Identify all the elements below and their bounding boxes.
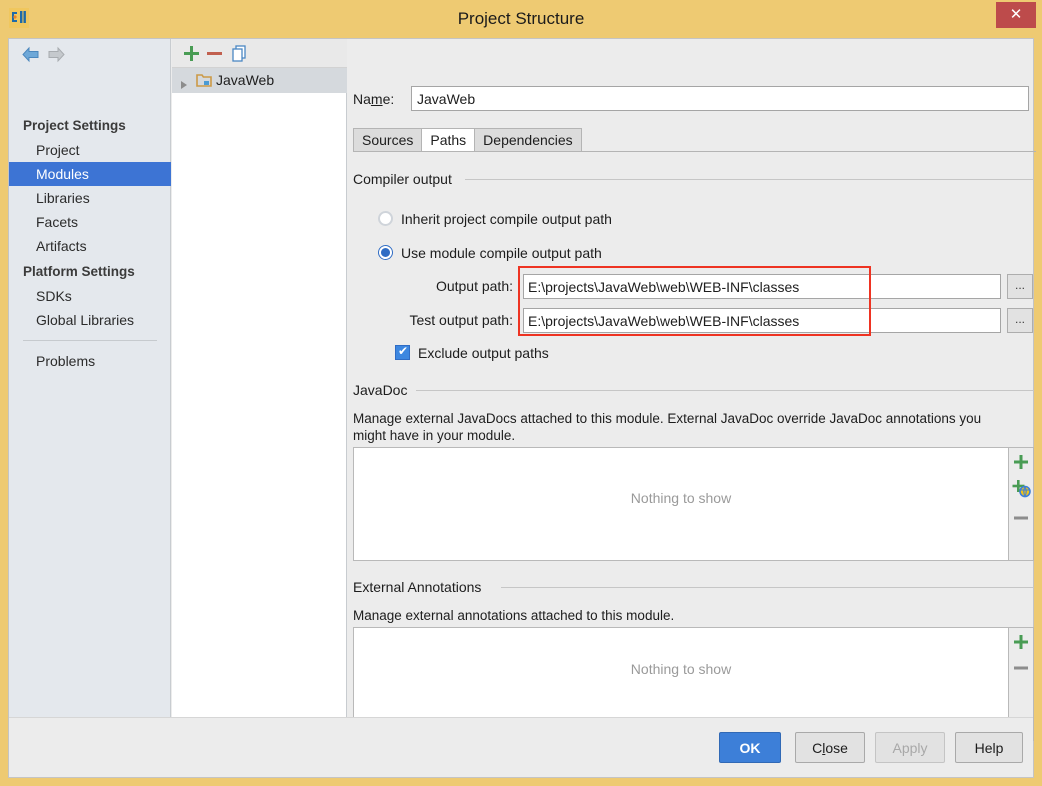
sidebar-item-libraries[interactable]: Libraries [9, 186, 171, 210]
javadoc-add-url-plus-globe-icon[interactable] [1009, 476, 1033, 500]
output-path-browse-button[interactable]: ... [1007, 274, 1033, 299]
help-button[interactable]: Help [955, 732, 1023, 763]
module-tree-panel: JavaWeb [172, 39, 347, 717]
dialog-content: Project Settings Project Modules Librari… [8, 38, 1036, 778]
sidebar-divider [23, 340, 157, 341]
close-dialog-button[interactable]: Cl ose [795, 732, 865, 763]
sidebar-item-global-libraries[interactable]: Global Libraries [9, 308, 171, 332]
test-output-path-browse-button[interactable]: ... [1007, 308, 1033, 333]
chevron-right-icon[interactable] [180, 77, 188, 89]
ok-button[interactable]: OK [719, 732, 781, 763]
tab-underline [353, 151, 1036, 152]
external-annotations-description: Manage external annotations attached to … [353, 608, 675, 623]
minus-icon[interactable] [204, 43, 225, 64]
settings-sidebar: Project Settings Project Modules Librari… [9, 39, 171, 717]
sidebar-item-artifacts[interactable]: Artifacts [9, 234, 171, 258]
close-button[interactable]: ✕ [996, 2, 1036, 28]
tab-bar: Sources Paths Dependencies [353, 128, 582, 152]
exclude-output-paths-label: Exclude output paths [418, 345, 549, 361]
radio-button-selected-icon [378, 245, 393, 260]
navigation-arrows [9, 39, 171, 69]
compiler-output-group-title: Compiler output [353, 171, 458, 187]
sidebar-group-platform-settings: Platform Settings [23, 264, 135, 279]
tab-paths[interactable]: Paths [421, 128, 476, 152]
copy-icon[interactable] [229, 43, 250, 64]
test-output-path-input[interactable] [523, 308, 1001, 333]
external-annotations-empty-text: Nothing to show [630, 661, 732, 677]
sidebar-group-project-settings: Project Settings [23, 118, 126, 133]
javadoc-button-bar [1009, 447, 1034, 561]
javadoc-group-title: JavaDoc [353, 382, 414, 398]
name-label: Name: [353, 91, 395, 107]
javadoc-add-plus-icon[interactable] [1009, 450, 1033, 474]
checkbox-checked-icon [395, 343, 410, 360]
annotations-remove-minus-icon[interactable] [1009, 656, 1033, 680]
radio-use-module-label: Use module compile output path [401, 245, 602, 261]
apply-button: Apply [875, 732, 945, 763]
module-tree-toolbar [172, 39, 347, 68]
sidebar-item-sdks[interactable]: SDKs [9, 284, 171, 308]
javadoc-group-line [416, 390, 1034, 391]
module-folder-icon [196, 73, 212, 88]
tab-sources[interactable]: Sources [353, 128, 423, 152]
arrow-right-icon[interactable] [45, 45, 67, 65]
name-input[interactable] [411, 86, 1029, 111]
table-row[interactable]: JavaWeb [172, 68, 347, 93]
javadoc-list[interactable]: Nothing to show [353, 447, 1009, 561]
sidebar-item-project[interactable]: Project [9, 138, 171, 162]
module-settings-panel: Name: Sources Paths Dependencies Compile… [348, 39, 1036, 741]
project-structure-dialog: Project Structure ✕ Project Settings Pro… [0, 0, 1042, 786]
output-path-input[interactable] [523, 274, 1001, 299]
output-path-label: Output path: [435, 278, 513, 294]
sidebar-item-modules[interactable]: Modules [9, 162, 171, 186]
tab-dependencies[interactable]: Dependencies [474, 128, 582, 152]
sidebar-item-facets[interactable]: Facets [9, 210, 171, 234]
dialog-button-bar: OK Cl ose Apply Help [9, 717, 1033, 777]
external-annotations-group-title: External Annotations [353, 579, 488, 595]
page-title: Project Structure [457, 9, 585, 28]
javadoc-empty-text: Nothing to show [630, 490, 732, 506]
sidebar-item-problems[interactable]: Problems [9, 349, 171, 373]
javadoc-remove-minus-icon[interactable] [1009, 506, 1033, 530]
compiler-output-group-line [465, 179, 1034, 180]
javadoc-description: Manage external JavaDocs attached to thi… [353, 411, 982, 443]
external-annotations-group-line [501, 587, 1034, 588]
plus-icon[interactable] [181, 43, 202, 64]
radio-inherit-label: Inherit project compile output path [401, 211, 612, 227]
radio-button-icon [378, 211, 393, 226]
annotations-add-plus-icon[interactable] [1009, 630, 1033, 654]
arrow-left-icon[interactable] [20, 45, 42, 65]
tree-node-label: JavaWeb [216, 72, 275, 88]
title-bar: Project Structure ✕ [0, 0, 1042, 38]
test-output-path-label: Test output path: [409, 312, 513, 328]
